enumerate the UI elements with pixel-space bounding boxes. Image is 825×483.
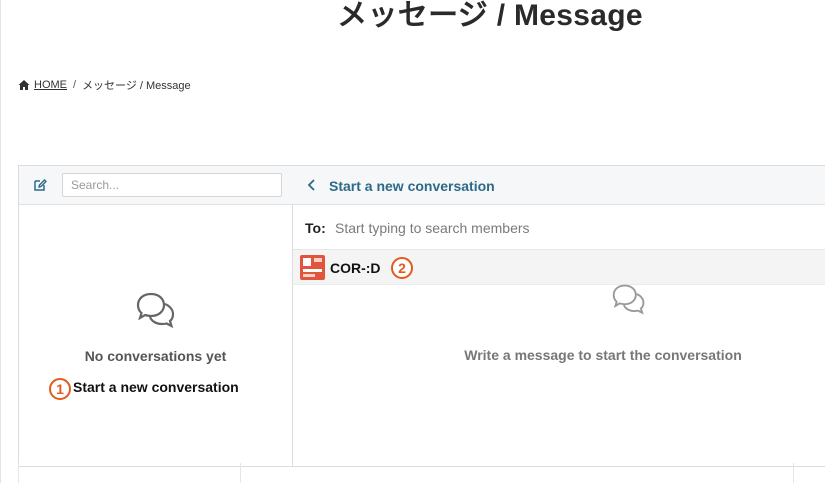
conversation-header-title: Start a new conversation: [329, 178, 495, 194]
empty-conversations-title: No conversations yet: [84, 348, 227, 364]
recipient-search-input[interactable]: [333, 216, 737, 240]
messenger-panel: Start a new conversation No conversation…: [18, 165, 825, 467]
conversation-list-pane: No conversations yet 1 Start a new conve…: [19, 205, 292, 466]
page-left-edge: [0, 0, 1, 483]
search-input[interactable]: [62, 173, 282, 197]
page-title: メッセージ / Message: [337, 0, 643, 32]
annotation-marker-2: 2: [391, 257, 413, 279]
compose-icon[interactable]: [33, 178, 47, 192]
member-suggestion-row[interactable]: COR-:D 2: [293, 250, 825, 285]
avatar: [300, 255, 325, 280]
recipient-row: To:: [293, 205, 825, 250]
member-name: COR-:D: [330, 260, 381, 276]
breadcrumb-home-link[interactable]: HOME: [34, 79, 67, 91]
messenger-header: Start a new conversation: [19, 166, 825, 205]
footer-divider: [793, 463, 794, 483]
conversation-pane: To: COR-:D 2 Write a message to start th…: [293, 205, 825, 466]
home-icon: [18, 80, 30, 90]
footer-divider: [18, 463, 19, 483]
breadcrumb-current: メッセージ / Message: [82, 80, 191, 92]
chat-bubbles-icon: [136, 292, 175, 329]
breadcrumb: HOME / メッセージ / Message: [18, 77, 191, 93]
footer-divider: [240, 463, 241, 483]
back-chevron-icon[interactable]: [307, 179, 317, 191]
footer-dividers: [0, 463, 825, 483]
to-label: To:: [305, 220, 326, 236]
start-conversation-link[interactable]: Start a new conversation: [73, 379, 239, 395]
chat-bubbles-icon: [612, 284, 645, 315]
empty-conversation-message: Write a message to start the conversatio…: [464, 347, 742, 363]
annotation-marker-1: 1: [49, 378, 71, 400]
breadcrumb-separator: /: [73, 79, 77, 91]
